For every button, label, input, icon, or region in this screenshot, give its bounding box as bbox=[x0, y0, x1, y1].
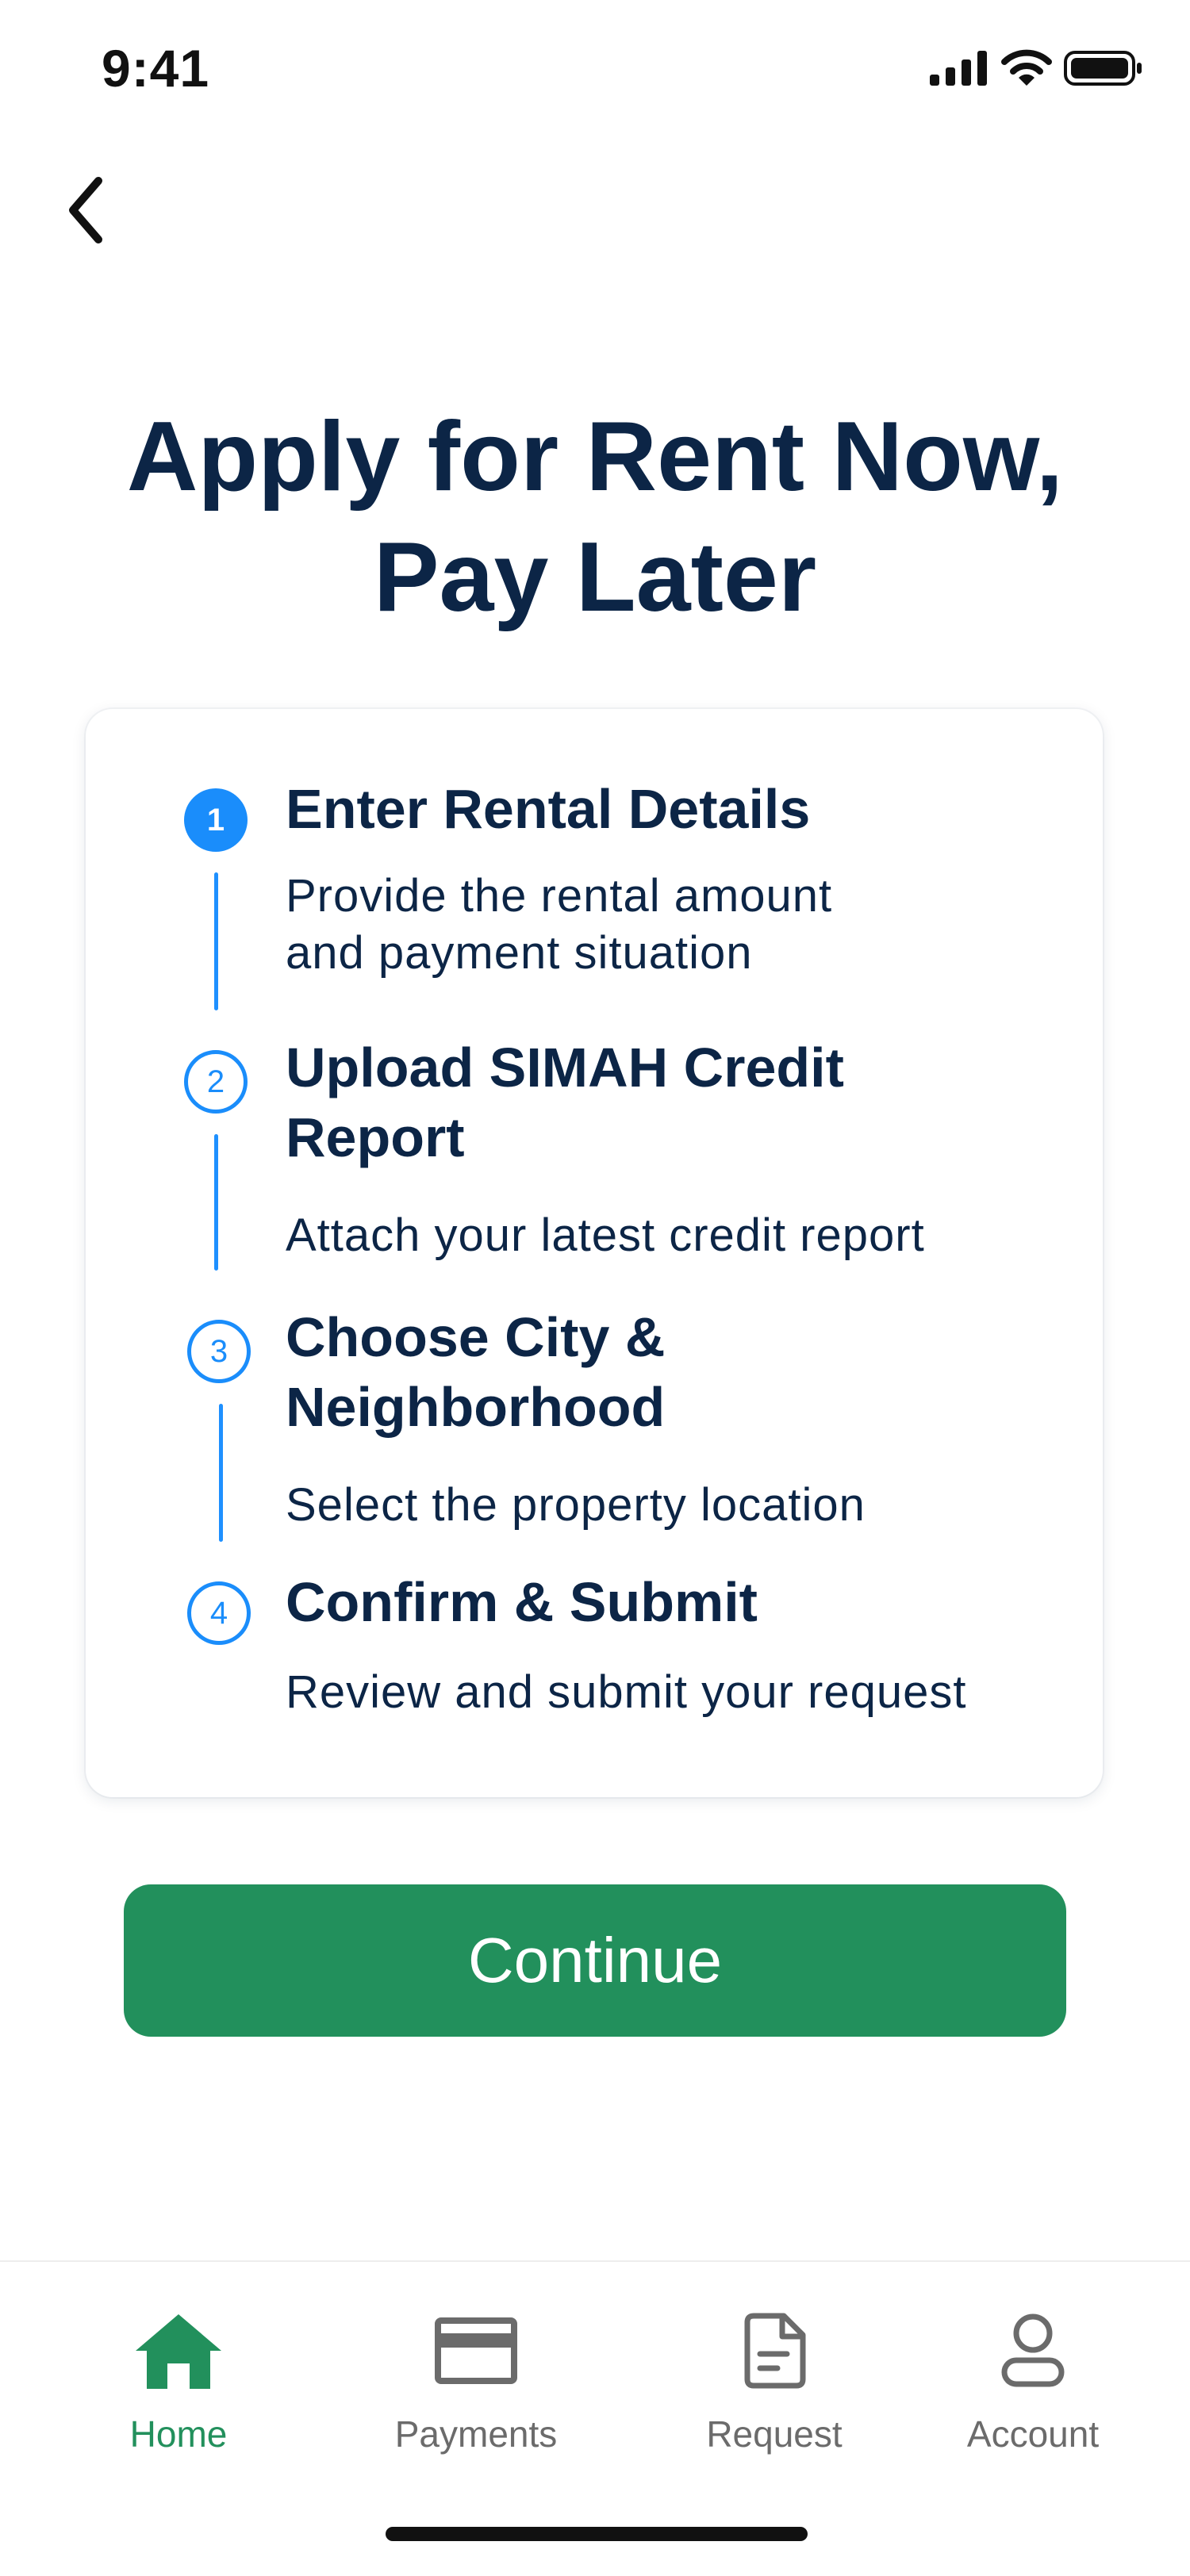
cellular-signal-icon bbox=[930, 51, 987, 86]
continue-button[interactable]: Continue bbox=[124, 1884, 1066, 2037]
tab-request-label: Request bbox=[706, 2413, 843, 2455]
step-4-badge: 4 bbox=[187, 1581, 251, 1645]
step-4-description: Review and submit your request bbox=[286, 1666, 967, 1718]
step-1-title: Enter Rental Details bbox=[286, 778, 811, 840]
step-1-badge: 1 bbox=[184, 788, 248, 852]
tab-home-label: Home bbox=[129, 2413, 228, 2455]
step-2-title-line-2: Report bbox=[286, 1106, 465, 1168]
step-connector-2 bbox=[214, 1134, 218, 1271]
step-2-badge: 2 bbox=[184, 1050, 248, 1114]
tab-home[interactable]: Home bbox=[60, 2310, 298, 2468]
step-connector-1 bbox=[214, 872, 218, 1010]
battery-icon bbox=[1064, 51, 1142, 86]
step-3-title-line-1: Choose City & bbox=[286, 1306, 666, 1368]
page-title: Apply for Rent Now, Pay Later bbox=[0, 397, 1190, 638]
status-icons bbox=[930, 49, 1142, 87]
step-1-description: Provide the rental amount and payment si… bbox=[286, 868, 1079, 982]
wifi-icon bbox=[1001, 49, 1052, 86]
steps-card: 1 Enter Rental Details Provide the renta… bbox=[86, 709, 1103, 1797]
step-connector-3 bbox=[219, 1404, 223, 1542]
home-icon bbox=[132, 2310, 225, 2392]
tab-account[interactable]: Account bbox=[914, 2310, 1152, 2468]
step-2-description: Attach your latest credit report bbox=[286, 1209, 925, 1261]
step-4-title: Confirm & Submit bbox=[286, 1571, 758, 1633]
status-time: 9:41 bbox=[102, 39, 210, 98]
tab-request[interactable]: Request bbox=[655, 2310, 893, 2468]
user-icon bbox=[1000, 2310, 1066, 2392]
tab-payments-label: Payments bbox=[394, 2413, 558, 2455]
credit-card-icon bbox=[435, 2310, 517, 2392]
status-bar: 9:41 bbox=[0, 0, 1190, 143]
tab-payments[interactable]: Payments bbox=[357, 2310, 595, 2468]
step-3-title: Choose City & Neighborhood bbox=[286, 1302, 1047, 1442]
step-3-badge: 3 bbox=[187, 1320, 251, 1383]
document-icon bbox=[741, 2310, 808, 2392]
page-title-line-1: Apply for Rent Now, bbox=[126, 402, 1064, 512]
step-2-title: Upload SIMAH Credit Report bbox=[286, 1033, 1047, 1172]
step-1-description-line-2: and payment situation bbox=[286, 927, 753, 979]
chevron-left-icon bbox=[69, 177, 102, 243]
step-3-description: Select the property location bbox=[286, 1479, 866, 1531]
tab-account-label: Account bbox=[966, 2413, 1100, 2455]
page-title-line-2: Pay Later bbox=[373, 523, 817, 632]
back-button[interactable] bbox=[48, 167, 127, 254]
step-1-description-line-1: Provide the rental amount bbox=[286, 870, 833, 922]
step-3-title-line-2: Neighborhood bbox=[286, 1376, 666, 1438]
home-indicator bbox=[386, 2527, 808, 2541]
step-2-title-line-1: Upload SIMAH Credit bbox=[286, 1037, 844, 1098]
